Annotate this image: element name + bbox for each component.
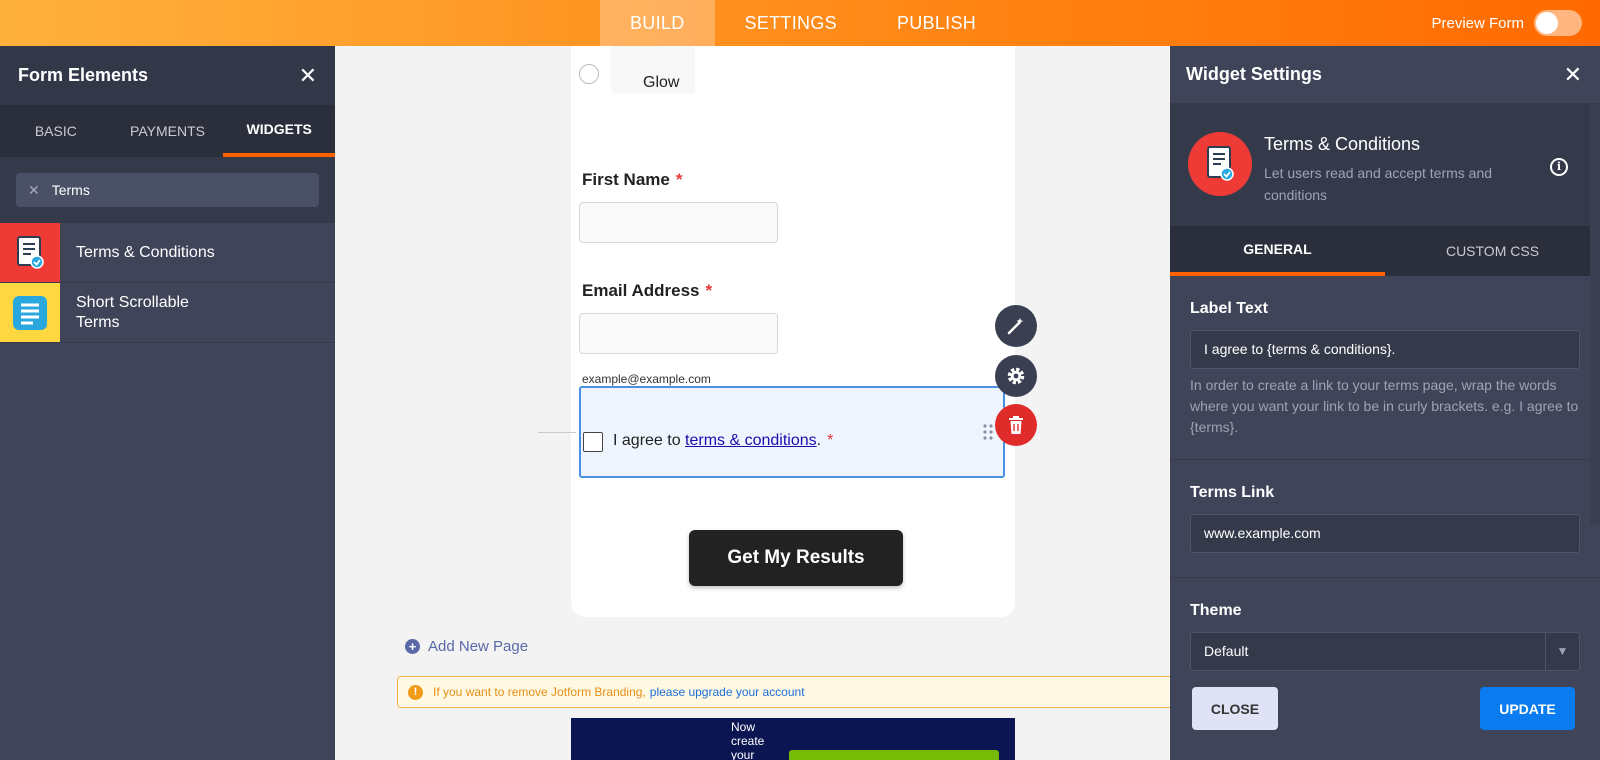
terms-link[interactable]: terms & conditions <box>685 432 817 449</box>
close-icon[interactable]: ✕ <box>299 63 317 89</box>
email-input[interactable] <box>579 313 778 354</box>
tab-settings[interactable]: SETTINGS <box>715 0 867 46</box>
theme-value: Default <box>1204 643 1249 659</box>
search-container: ✕ Terms <box>0 157 335 223</box>
warning-icon: ! <box>408 684 423 700</box>
form-card: Glow First Name * Email Address * example@… <box>571 46 1015 617</box>
form-canvas: Glow First Name * Email Address * example@… <box>335 46 1170 760</box>
theme-section: Theme Default ▼ <box>1170 578 1600 688</box>
terms-label: I agree to terms & conditions. * <box>613 432 833 450</box>
top-bar: BUILD SETTINGS PUBLISH Preview Form <box>0 0 1600 46</box>
panel-title: Form Elements <box>18 65 149 85</box>
tab-custom-css[interactable]: CUSTOM CSS <box>1385 226 1600 276</box>
chevron-down-icon: ▼ <box>1545 633 1579 670</box>
form-elements-panel: Form Elements ✕ BASIC PAYMENTS WIDGETS ✕… <box>0 46 336 760</box>
trash-icon <box>1009 416 1023 434</box>
widget-settings-panel: Widget Settings ✕ Terms & Conditions Let… <box>1170 46 1600 760</box>
close-button[interactable]: CLOSE <box>1192 687 1278 730</box>
scroll-list-icon <box>0 283 60 342</box>
document-check-icon <box>0 223 60 282</box>
tab-payments[interactable]: PAYMENTS <box>112 105 224 157</box>
terms-link-input[interactable]: www.example.com <box>1190 514 1580 553</box>
close-icon[interactable]: ✕ <box>1564 62 1582 88</box>
required-mark: * <box>675 170 683 189</box>
first-name-label: First Name * <box>582 170 683 190</box>
first-name-label-text: First Name <box>582 170 670 189</box>
preview-form-control: Preview Form <box>1431 0 1582 46</box>
tab-widgets[interactable]: WIDGETS <box>223 105 336 157</box>
theme-select[interactable]: Default ▼ <box>1190 632 1580 671</box>
tab-publish[interactable]: PUBLISH <box>867 0 1006 46</box>
ad-text: Now create your <box>731 720 765 760</box>
form-elements-header: Form Elements ✕ <box>0 46 335 105</box>
terms-suffix: . <box>816 432 822 449</box>
magic-wand-button[interactable] <box>995 305 1037 347</box>
tab-build[interactable]: BUILD <box>600 0 715 46</box>
drag-handle-icon[interactable] <box>983 424 993 440</box>
divider-line <box>538 432 576 433</box>
update-button[interactable]: UPDATE <box>1480 687 1575 730</box>
branding-notice: ! If you want to remove Jotform Branding… <box>397 676 1170 708</box>
first-name-input[interactable] <box>579 202 778 243</box>
preview-form-label: Preview Form <box>1431 14 1524 32</box>
email-label: Email Address * <box>582 281 712 301</box>
widget-title: Terms & Conditions <box>1264 134 1421 154</box>
widget-item-label: Short Scrollable Terms <box>76 293 189 331</box>
widget-settings-header: Widget Settings ✕ <box>1170 46 1600 104</box>
terms-link-section: Terms Link www.example.com <box>1170 460 1600 578</box>
option-label-glow: Glow <box>643 74 680 91</box>
label-text-section: Label Text I agree to {terms & condition… <box>1170 276 1600 460</box>
email-label-text: Email Address <box>582 281 700 300</box>
document-check-icon <box>1188 132 1252 196</box>
terms-conditions-field[interactable]: I agree to terms & conditions. * <box>579 386 1005 478</box>
theme-title: Theme <box>1190 602 1242 619</box>
widget-item-terms-conditions[interactable]: Terms & Conditions <box>0 223 335 283</box>
required-mark: * <box>827 432 834 449</box>
label-text-help: In order to create a link to your terms … <box>1190 377 1579 435</box>
add-new-page-label: Add New Page <box>428 638 529 655</box>
magic-wand-icon <box>1007 318 1024 335</box>
delete-field-button[interactable] <box>995 404 1037 446</box>
clear-search-icon[interactable]: ✕ <box>28 182 40 199</box>
tab-basic[interactable]: BASIC <box>0 105 112 157</box>
label-text-input[interactable]: I agree to {terms & conditions}. <box>1190 330 1580 369</box>
info-icon[interactable]: i <box>1550 158 1568 176</box>
gear-icon <box>1007 367 1025 385</box>
tab-general[interactable]: GENERAL <box>1170 226 1385 276</box>
widget-item-short-scrollable-terms[interactable]: Short Scrollable Terms <box>0 283 335 343</box>
terms-link-title: Terms Link <box>1190 484 1275 501</box>
branding-text: If you want to remove Jotform Branding, <box>433 685 646 699</box>
preview-form-toggle[interactable] <box>1534 10 1582 36</box>
label-text-title: Label Text <box>1190 300 1268 317</box>
terms-prefix: I agree to <box>613 432 686 449</box>
search-value: Terms <box>51 182 90 198</box>
upgrade-link[interactable]: please upgrade your account <box>650 685 805 699</box>
scrollbar[interactable] <box>1590 104 1600 524</box>
ad-cta-button[interactable] <box>789 750 999 760</box>
required-mark: * <box>705 281 713 300</box>
widget-description: Let users read and accept terms and cond… <box>1264 165 1493 203</box>
widget-item-label: Terms & Conditions <box>76 243 215 261</box>
top-nav: BUILD SETTINGS PUBLISH <box>600 0 1006 46</box>
plus-circle-icon: + <box>405 639 420 654</box>
terms-checkbox[interactable] <box>583 432 603 452</box>
add-new-page-button[interactable]: + Add New Page <box>405 638 528 655</box>
toggle-knob <box>1536 12 1558 34</box>
radio-glow[interactable] <box>579 64 599 84</box>
search-input[interactable]: ✕ Terms <box>16 173 319 207</box>
widget-info-card: Terms & Conditions Let users read and ac… <box>1170 104 1600 226</box>
submit-button[interactable]: Get My Results <box>689 530 903 586</box>
settings-tabs: GENERAL CUSTOM CSS <box>1170 226 1600 276</box>
panel-title: Widget Settings <box>1186 64 1322 84</box>
email-hint: example@example.com <box>582 372 711 386</box>
element-tabs: BASIC PAYMENTS WIDGETS <box>0 105 336 157</box>
ad-banner[interactable]: Now create your <box>571 718 1015 760</box>
field-settings-button[interactable] <box>995 355 1037 397</box>
